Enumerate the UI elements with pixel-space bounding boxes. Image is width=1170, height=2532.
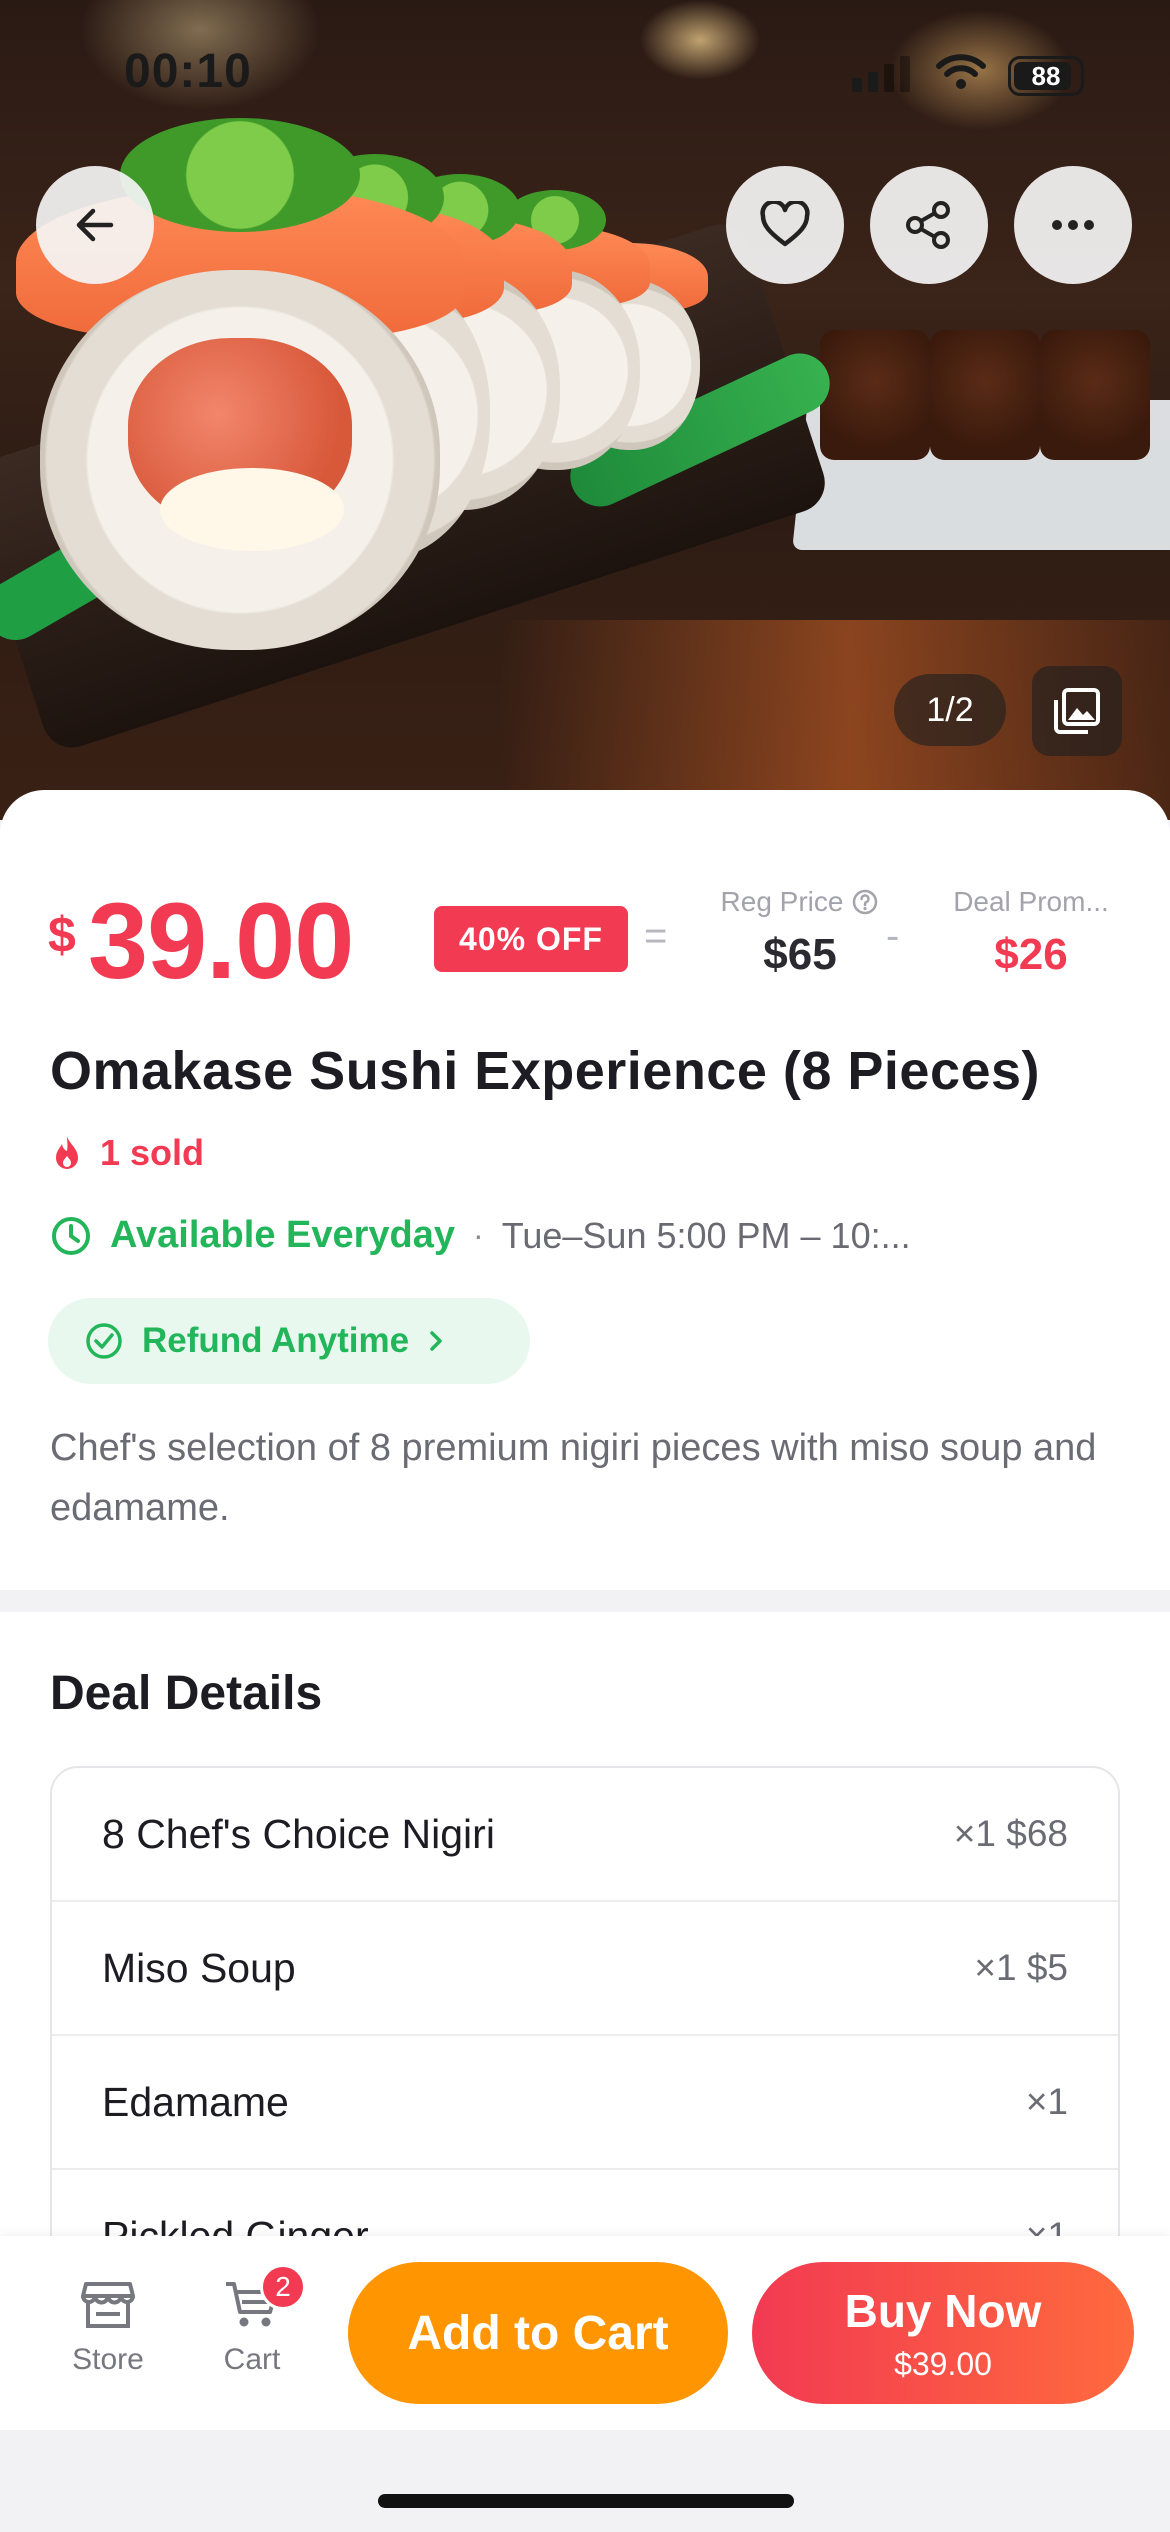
table-row: Miso Soup ×1 $5 <box>52 1902 1118 2036</box>
wifi-icon <box>935 52 987 97</box>
business-hours: Tue–Sun 5:00 PM – 10:... <box>501 1214 911 1256</box>
signal-icon <box>852 56 910 92</box>
availability-text: Available Everyday <box>110 1214 456 1256</box>
item-name: Edamame <box>102 2078 289 2125</box>
regular-price[interactable]: Reg Price $65 <box>690 886 910 980</box>
item-qty-price: ×1 $5 <box>974 1947 1068 1988</box>
clock-icon <box>52 1216 90 1255</box>
deal-promotion: Deal Prom... $26 <box>924 886 1138 980</box>
table-row: Edamame ×1 <box>52 2036 1118 2170</box>
deal-promo-label: Deal Prom... <box>953 886 1109 917</box>
refund-text: Refund Anytime <box>142 1321 410 1360</box>
reg-price-label: Reg Price <box>720 886 844 917</box>
more-icon <box>1052 220 1094 230</box>
deal-details-heading: Deal Details <box>50 1667 323 1720</box>
product-title: Omakase Sushi Experience (8 Pieces) <box>50 1041 1041 1101</box>
back-arrow-icon <box>76 208 114 242</box>
buy-now-button[interactable]: Buy Now $39.00 <box>752 2262 1134 2404</box>
home-indicator[interactable] <box>378 2494 794 2508</box>
item-name: Miso Soup <box>102 1944 296 1991</box>
separator-dot: · <box>473 1217 484 1253</box>
availability-row: Available Everyday · Tue–Sun 5:00 PM – 1… <box>50 1214 942 1257</box>
reg-price-value: $65 <box>763 930 837 979</box>
discount-badge: 40% OFF <box>434 906 628 972</box>
share-button[interactable] <box>870 166 988 284</box>
back-button[interactable] <box>36 166 154 284</box>
battery-icon: 88 <box>1008 56 1084 96</box>
sold-count: 1 sold <box>50 1132 204 1174</box>
store-label: Store <box>72 2343 144 2376</box>
status-time: 00:10 <box>124 45 252 98</box>
refund-policy-button[interactable]: Refund Anytime <box>48 1298 530 1384</box>
price-currency: $ <box>48 907 76 963</box>
cart-tab[interactable]: 2 Cart <box>192 2264 312 2377</box>
chevron-right-icon <box>430 1331 442 1351</box>
equals-sign: = <box>644 914 668 958</box>
deal-details-section: Deal Details 8 Chef's Choice Nigiri ×1 $… <box>0 1612 1170 2326</box>
image-counter: 1/2 <box>894 674 1006 746</box>
sold-text: 1 sold <box>100 1132 205 1173</box>
bottom-action-bar: Store 2 Cart Add to Cart Buy Now $39.00 <box>0 2236 1170 2430</box>
item-qty-price: ×1 $68 <box>953 1813 1068 1854</box>
cart-label: Cart <box>223 2343 281 2376</box>
product-description: Chef's selection of 8 premium nigiri pie… <box>50 1427 1097 1529</box>
table-row: 8 Chef's Choice Nigiri ×1 $68 <box>52 1768 1118 1902</box>
fire-icon <box>56 1136 78 1169</box>
gallery-button[interactable] <box>1032 666 1122 756</box>
more-button[interactable] <box>1014 166 1132 284</box>
gallery-icon <box>1054 688 1100 734</box>
price-amount: 39.00 <box>88 880 354 1001</box>
deal-promo-value: $26 <box>994 930 1068 979</box>
add-to-cart-button[interactable]: Add to Cart <box>348 2262 728 2404</box>
store-icon <box>81 2282 135 2328</box>
buy-now-label: Buy Now <box>844 2284 1042 2337</box>
item-name: 8 Chef's Choice Nigiri <box>102 1810 495 1857</box>
buy-now-price: $39.00 <box>894 2345 992 2382</box>
status-bar: 00:10 88 <box>0 0 1170 150</box>
price-row: $ 39.00 40% OFF = Reg Price $65 - Deal P… <box>48 880 1138 1006</box>
favorite-button[interactable] <box>726 166 844 284</box>
home-indicator-area <box>0 2430 1170 2532</box>
question-icon[interactable] <box>851 888 879 916</box>
item-qty-price: ×1 <box>1025 2081 1068 2122</box>
share-icon <box>906 201 950 249</box>
cart-count-badge: 2 <box>260 2264 306 2310</box>
heart-icon <box>760 201 810 247</box>
product-info-card: $ 39.00 40% OFF = Reg Price $65 - Deal P… <box>0 790 1170 1590</box>
check-circle-icon <box>86 1323 122 1359</box>
minus-sign: - <box>886 914 900 958</box>
store-tab[interactable]: Store <box>48 2280 168 2377</box>
